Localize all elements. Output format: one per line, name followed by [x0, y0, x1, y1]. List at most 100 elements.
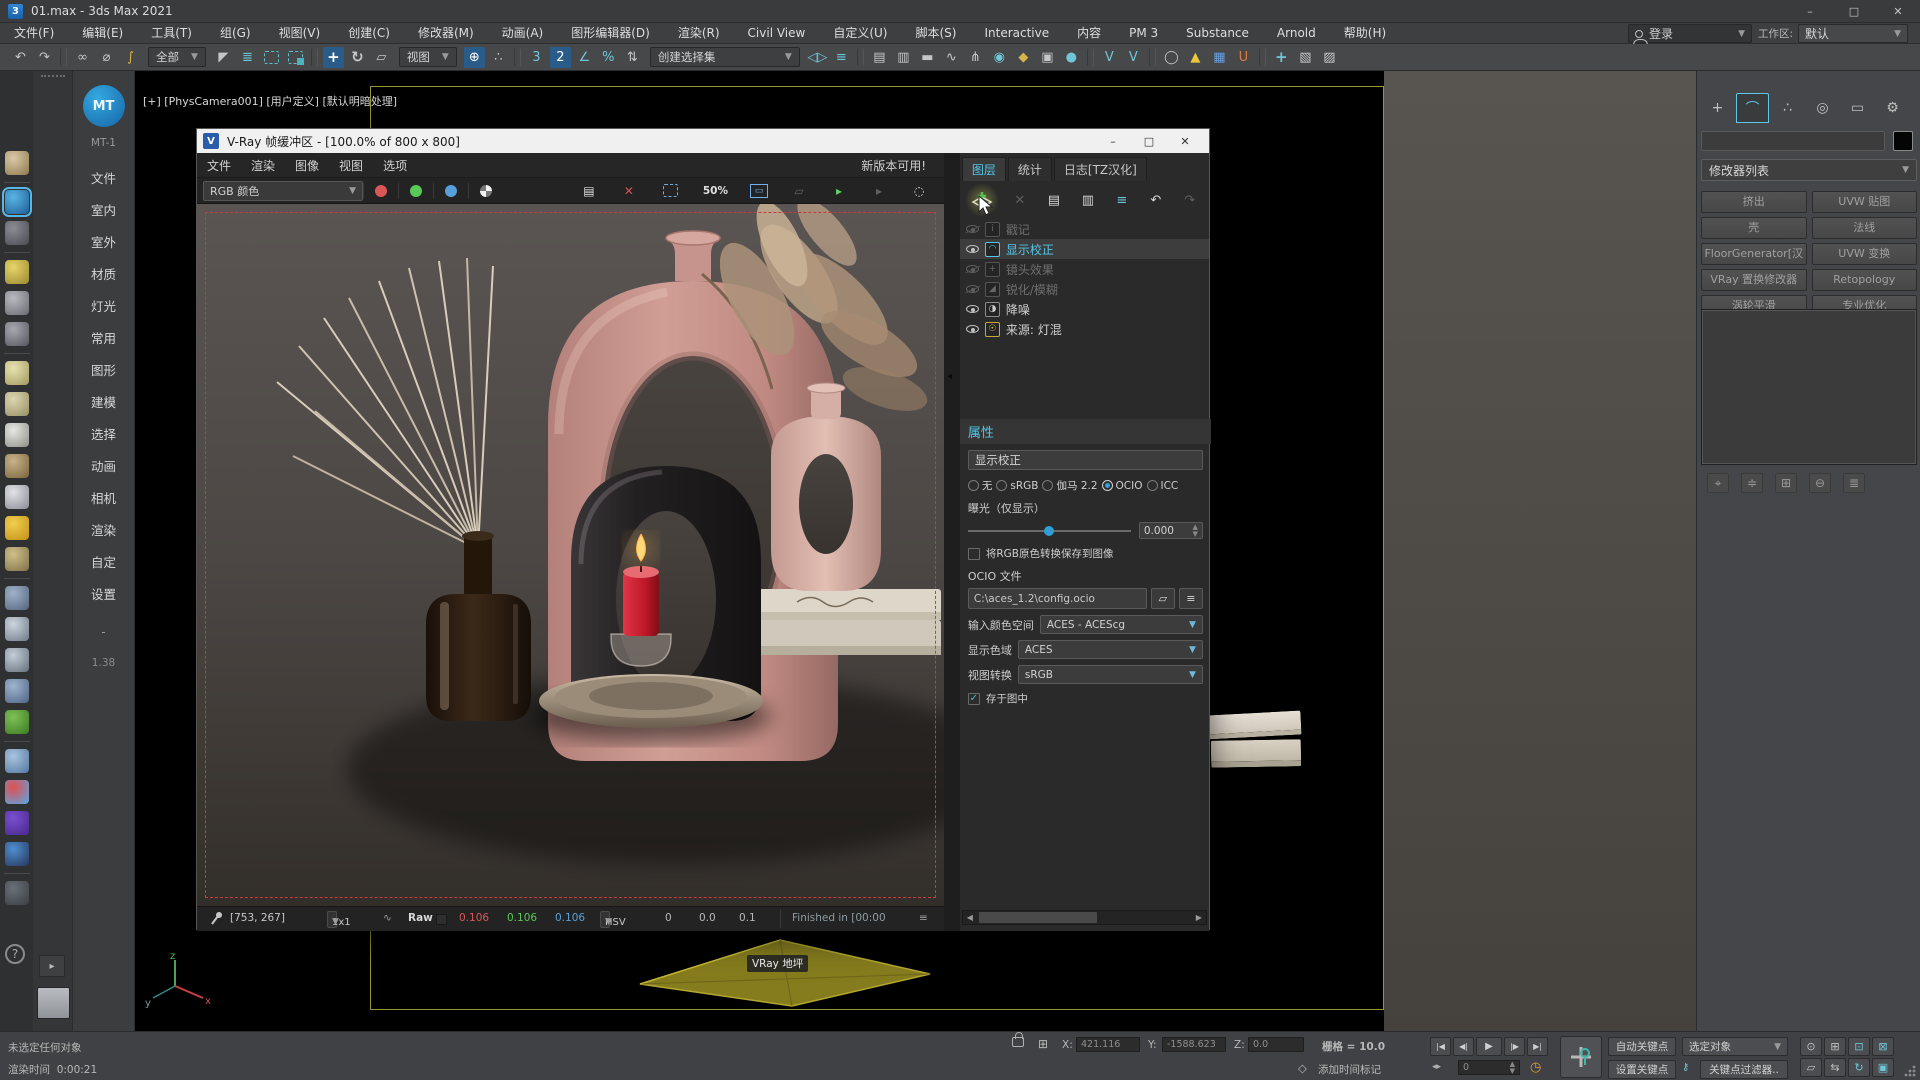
projector-icon[interactable] [5, 291, 29, 315]
menu-item[interactable]: 脚本(S) [901, 23, 970, 44]
use-pivot-center-icon[interactable]: ⊕ [464, 47, 485, 68]
sidebar-item[interactable]: 室外 [91, 225, 116, 257]
hsv-dropdown[interactable]: HSV▼ [600, 911, 610, 928]
menu-item[interactable]: Arnold [1263, 23, 1330, 44]
vfb-menu-item[interactable]: 渲染 [241, 157, 285, 174]
vfb-menu-item[interactable]: 选项 [373, 157, 417, 174]
tab-motion[interactable]: ◎ [1806, 93, 1839, 123]
plane-icon[interactable] [5, 361, 29, 385]
menu-item[interactable]: 视图(V) [265, 23, 335, 44]
layer-undo-icon[interactable]: ↶ [1142, 187, 1170, 213]
sun-icon[interactable] [5, 516, 29, 540]
mask-icon[interactable] [5, 842, 29, 866]
tab-log[interactable]: 日志[TZ汉化] [1054, 157, 1147, 181]
select-and-rotate-icon[interactable]: ↻ [347, 47, 368, 68]
exposure-slider[interactable] [968, 530, 1131, 532]
layer-lens-effects[interactable]: + 镜头效果 [960, 259, 1209, 279]
sep[interactable] [4, 252, 30, 253]
sidebar-item[interactable]: 相机 [91, 481, 116, 513]
tab-stats[interactable]: 统计 [1008, 157, 1052, 181]
vfb-menu-item[interactable]: 图像 [285, 157, 329, 174]
visibility-eye-icon[interactable] [966, 265, 979, 273]
set-key-button[interactable]: 设置关键点 [1608, 1060, 1676, 1079]
save-layer-tree-icon[interactable]: ▤ [1040, 187, 1068, 213]
alpha-channel-icon[interactable] [480, 185, 492, 197]
zoom-all-icon[interactable]: ⊞ [1824, 1037, 1846, 1056]
layer-source-lightmix[interactable]: ☉ 来源: 灯混 [960, 319, 1209, 339]
zoom-icon[interactable]: ⊙ [1800, 1037, 1822, 1056]
sidebar-item[interactable]: 选择 [91, 417, 116, 449]
visibility-eye-icon[interactable] [966, 285, 979, 293]
browse-folder-icon[interactable]: ▱ [1151, 588, 1175, 609]
sidebar-item[interactable]: 渲染 [91, 513, 116, 545]
disc-icon[interactable] [5, 423, 29, 447]
update-notice[interactable]: 新版本可用! [861, 157, 926, 174]
exposure-value-field[interactable]: 0.000 ▲▼ [1139, 522, 1203, 539]
red-channel-icon[interactable] [375, 185, 387, 197]
select-and-manipulate-icon[interactable]: ∴ [488, 47, 509, 68]
mt-logo-icon[interactable]: MT [83, 85, 125, 127]
spinner-snap-icon[interactable]: ⇅ [622, 47, 643, 68]
layout-a-icon[interactable]: ▧ [1295, 47, 1316, 68]
dock-handle[interactable] [41, 75, 65, 79]
menu-item[interactable]: Interactive [970, 23, 1063, 44]
tab-modify[interactable]: ⌒ [1736, 93, 1769, 123]
visibility-eye-icon[interactable] [966, 325, 979, 333]
modifier-button[interactable]: UVW 变换 [1812, 243, 1918, 265]
object-name-field[interactable] [1701, 131, 1885, 151]
sep[interactable] [514, 48, 521, 66]
modifier-button[interactable]: UVW 贴图 [1812, 191, 1918, 213]
expand-arrow-icon[interactable]: ▸ [39, 955, 65, 977]
menu-item[interactable]: 内容 [1063, 23, 1115, 44]
resize-grip[interactable] [1904, 1065, 1916, 1077]
layout-b-icon[interactable]: ▨ [1319, 47, 1340, 68]
warning-icon[interactable]: ▲ [1185, 47, 1206, 68]
remove-modifier-icon[interactable]: ⊖ [1809, 473, 1831, 493]
tab-utilities[interactable]: ⚙ [1876, 93, 1909, 123]
pin-stack-icon[interactable]: ⌖ [1707, 473, 1729, 493]
select-and-move-icon[interactable]: + [323, 47, 344, 68]
dome-icon[interactable] [5, 392, 29, 416]
redo-icon[interactable]: ↷ [34, 47, 55, 68]
sidebar-item[interactable]: 文件 [91, 161, 116, 193]
maximize-viewport-icon[interactable]: ▣ [1872, 1058, 1894, 1077]
color-space-radio[interactable]: ICC [1147, 480, 1179, 492]
set-keys-button[interactable] [1560, 1036, 1602, 1078]
dock-swatch[interactable] [37, 987, 70, 1019]
vfb-menu-item[interactable]: 视图 [329, 157, 373, 174]
u-icon[interactable]: U [1233, 47, 1254, 68]
modifier-stack[interactable] [1701, 309, 1917, 465]
maximize-button[interactable]: □ [1832, 0, 1876, 22]
snap-toggle-3d-icon[interactable]: 3 [526, 47, 547, 68]
ball-icon[interactable] [5, 547, 29, 571]
mountain-icon[interactable] [5, 485, 29, 509]
vfb-menu-item[interactable]: 文件 [197, 157, 241, 174]
viewport-label[interactable]: [+] [PhysCamera001] [用户定义] [默认明暗处理] [143, 93, 397, 109]
previous-frame-button[interactable]: ◀| [1453, 1037, 1474, 1056]
qr-icon[interactable]: ▦ [1209, 47, 1230, 68]
render-preview-icon[interactable] [5, 221, 29, 245]
sidebar-item[interactable]: 常用 [91, 321, 116, 353]
fit-to-window-icon[interactable]: ▭ [750, 184, 768, 198]
scroll-left-icon[interactable]: ◀ [963, 911, 977, 924]
sep[interactable] [1259, 48, 1266, 66]
zoom-level-icon[interactable]: 50% [703, 181, 728, 201]
window-crossing-icon[interactable] [288, 51, 303, 64]
color-space-radio[interactable]: sRGB [996, 480, 1038, 492]
angle-snap-icon[interactable]: ∠ [574, 47, 595, 68]
z-coordinate-field[interactable]: 0.0 [1248, 1037, 1304, 1052]
select-object-icon[interactable]: ◤ [213, 47, 234, 68]
zoom-region-icon[interactable]: ▱ [1800, 1058, 1822, 1077]
configure-modifier-sets-icon[interactable]: ≣ [1843, 473, 1865, 493]
spinner-arrows-icon[interactable]: ▲▼ [1192, 524, 1197, 538]
percent-snap-icon[interactable]: % [598, 47, 619, 68]
pyramid-icon[interactable] [5, 648, 29, 672]
sep[interactable] [311, 48, 318, 66]
menu-item[interactable]: PM 3 [1115, 23, 1172, 44]
input-colorspace-dropdown[interactable]: ACES - ACEScg▼ [1040, 615, 1203, 634]
menu-item[interactable]: Substance [1172, 23, 1263, 44]
sidebar-item[interactable]: 自定 [91, 545, 116, 577]
current-frame-field[interactable]: 0 ▲▼ [1458, 1060, 1520, 1075]
zoom-extents-icon[interactable]: ⊡ [1848, 1037, 1870, 1056]
scrollbar-thumb[interactable] [979, 912, 1097, 923]
